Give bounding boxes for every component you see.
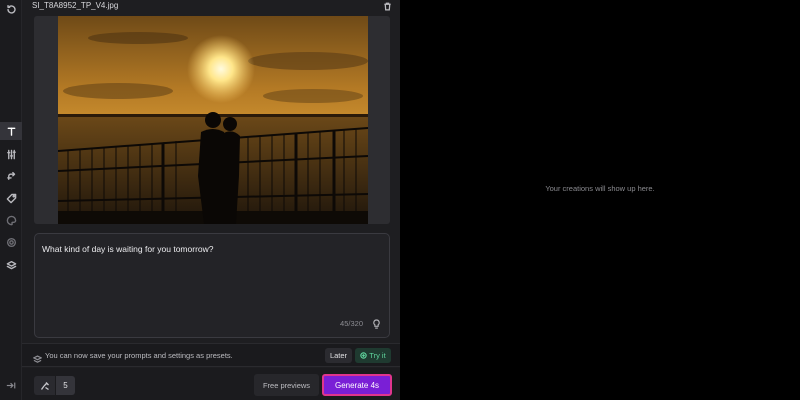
empty-state-message: Your creations will show up here. [545, 184, 655, 193]
tag-icon[interactable] [0, 189, 22, 207]
action-bar: 5 Free previews Generate 4s [22, 368, 400, 400]
preset-message: You can now save your prompts and settin… [45, 351, 233, 360]
try-it-label: Try it [369, 351, 386, 360]
settings-icon[interactable] [0, 233, 22, 251]
model-selector-button[interactable] [34, 376, 55, 395]
lightbulb-icon[interactable] [371, 318, 381, 330]
model-icon [40, 381, 49, 390]
trash-icon[interactable] [382, 1, 392, 11]
text-tool-icon[interactable] [0, 122, 22, 140]
char-count: 45/320 [340, 319, 363, 328]
try-it-button[interactable]: Try it [355, 348, 391, 363]
preset-stack-icon [32, 351, 43, 363]
generate-button[interactable]: Generate 4s [322, 374, 392, 396]
layers-icon[interactable] [0, 256, 22, 274]
later-button[interactable]: Later [325, 348, 352, 363]
sliders-icon[interactable] [0, 145, 22, 163]
prompt-text: What kind of day is waiting for you tomo… [42, 244, 214, 254]
arrow-loop-icon[interactable] [0, 167, 22, 185]
file-header: SI_T8A8952_TP_V4.jpg [32, 0, 392, 13]
results-area: Your creations will show up here. [400, 0, 800, 400]
palette-icon[interactable] [0, 211, 22, 229]
collapse-panel-icon[interactable] [0, 378, 22, 392]
uploaded-image[interactable] [34, 16, 390, 224]
history-icon[interactable] [0, 0, 22, 18]
free-previews-button[interactable]: Free previews [254, 374, 319, 396]
sunset-photo [58, 16, 368, 224]
prompt-input[interactable]: What kind of day is waiting for you tomo… [34, 233, 390, 338]
plus-circle-icon [360, 352, 368, 359]
image-count-button[interactable]: 5 [56, 376, 75, 395]
preset-banner: You can now save your prompts and settin… [22, 343, 400, 367]
editor-panel: SI_T8A8952_TP_V4.jpg What kind of day is… [22, 0, 400, 400]
file-name: SI_T8A8952_TP_V4.jpg [32, 1, 119, 10]
tool-rail [0, 0, 22, 400]
